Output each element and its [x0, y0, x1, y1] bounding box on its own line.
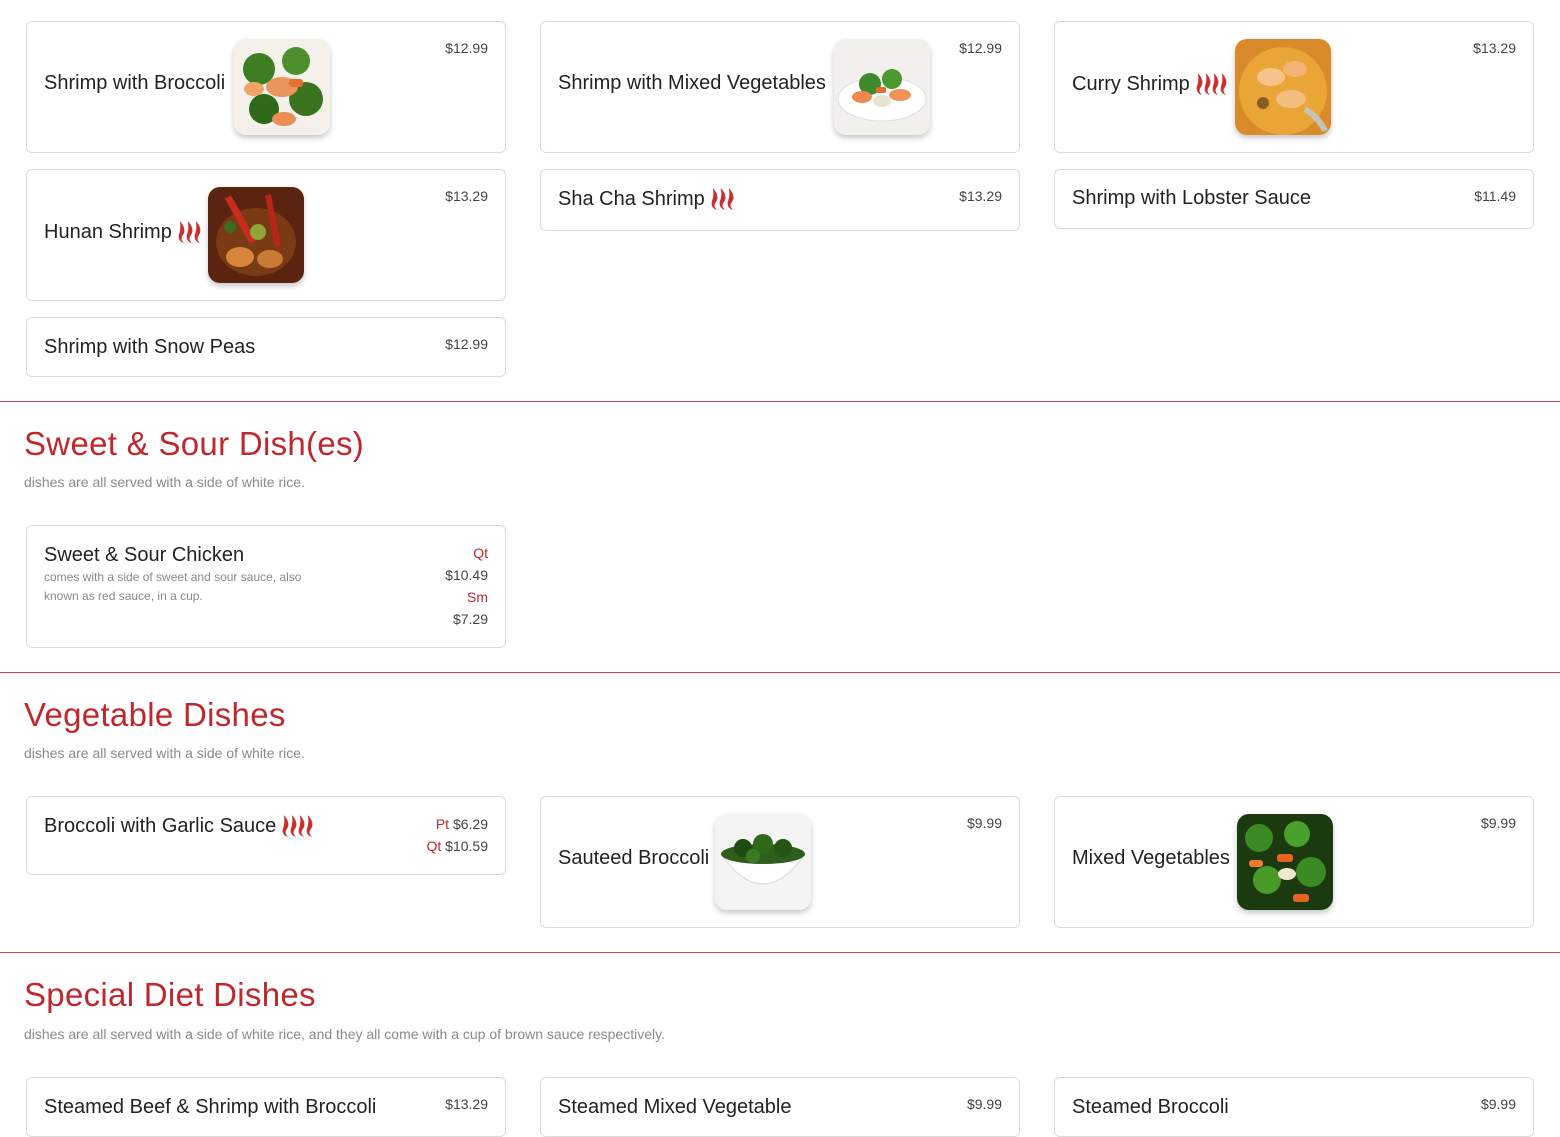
shrimp-broccoli-photo — [234, 39, 330, 135]
size-label: Pt — [435, 816, 450, 832]
size-price: $6.29 — [452, 816, 488, 832]
size-price-list: Pt $6.29 Qt $10.59 — [427, 813, 489, 857]
menu-item-card[interactable]: Sauteed Broccoli $9.99 — [540, 796, 1020, 928]
section-description: dishes are all served with a side of whi… — [24, 1026, 665, 1042]
menu-item-card[interactable]: Broccoli with Garlic Sauce Pt $6.29 Qt $… — [26, 796, 506, 875]
item-price: $9.99 — [1480, 815, 1516, 831]
item-price: $13.29 — [445, 188, 488, 204]
item-name: Steamed Beef & Shrimp with Broccoli — [44, 1096, 377, 1118]
item-price: $12.99 — [445, 336, 488, 352]
item-price: $13.29 — [1473, 40, 1516, 56]
item-description: comes with a side of sweet and sour sauc… — [44, 570, 302, 603]
size-price: $10.49 — [445, 567, 488, 583]
item-price: $9.99 — [966, 1096, 1002, 1112]
item-name-with-spice: Curry Shrimp — [1072, 72, 1231, 96]
menu-item-card[interactable]: Shrimp with Mixed Vegetables $12.99 — [540, 21, 1020, 153]
item-price: $13.29 — [959, 188, 1002, 204]
item-name: Sauteed Broccoli — [558, 847, 710, 869]
spicy-chili-icon — [711, 188, 734, 210]
menu-item-card[interactable]: Hunan Shrimp $13.29 — [26, 169, 506, 301]
menu-item-card[interactable]: Shrimp with Broccoli $12.99 — [26, 21, 506, 153]
spicy-chili-icon — [1196, 73, 1227, 95]
item-name: Sweet & Sour Chicken — [44, 544, 245, 566]
item-price: $13.29 — [445, 1096, 488, 1112]
section-title: Vegetable Dishes — [24, 696, 286, 733]
item-name: Curry Shrimp — [1072, 72, 1190, 95]
size-row: Qt $10.59 — [427, 835, 489, 857]
item-price: $9.99 — [966, 815, 1002, 831]
item-name: Shrimp with Snow Peas — [44, 336, 256, 358]
item-name: Hunan Shrimp — [44, 220, 172, 243]
hunan-shrimp-photo — [208, 187, 304, 283]
menu-item-card[interactable]: Curry Shrimp $13.29 — [1054, 21, 1534, 153]
spicy-chili-icon — [178, 221, 201, 243]
item-price: $12.99 — [445, 40, 488, 56]
section-divider — [0, 952, 1560, 953]
menu-item-card[interactable]: Mixed Vegetables $9.99 — [1054, 796, 1534, 928]
item-price: $12.99 — [959, 40, 1002, 56]
menu-item-card[interactable]: Steamed Beef & Shrimp with Broccoli $13.… — [26, 1077, 506, 1137]
item-name-with-spice: Hunan Shrimp — [44, 220, 205, 244]
menu-item-card[interactable]: Shrimp with Snow Peas $12.99 — [26, 317, 506, 377]
menu-item-card[interactable]: Sweet & Sour Chicken comes with a side o… — [26, 525, 506, 648]
item-name: Shrimp with Lobster Sauce — [1072, 187, 1312, 209]
size-price: $10.59 — [445, 838, 488, 854]
item-price: $9.99 — [1480, 1096, 1516, 1112]
item-name-with-spice: Sha Cha Shrimp — [558, 187, 738, 211]
size-label: Qt — [473, 545, 488, 561]
item-name: Shrimp with Mixed Vegetables — [558, 72, 826, 94]
section-divider — [0, 401, 1560, 402]
item-name: Shrimp with Broccoli — [44, 72, 226, 94]
item-name: Broccoli with Garlic Sauce — [44, 814, 277, 837]
size-row: Pt $6.29 — [427, 813, 488, 835]
section-title: Special Diet Dishes — [24, 976, 316, 1013]
size-label: Sm — [467, 589, 488, 605]
mixed-vegetables-photo — [1237, 814, 1333, 910]
item-price: $11.49 — [1474, 188, 1516, 204]
item-name: Steamed Broccoli — [1072, 1096, 1229, 1118]
section-title: Sweet & Sour Dish(es) — [24, 425, 365, 462]
item-name: Sha Cha Shrimp — [558, 187, 705, 210]
sauteed-broccoli-photo — [715, 814, 811, 910]
menu-item-card[interactable]: Steamed Mixed Vegetable $9.99 — [540, 1077, 1020, 1137]
size-label: Qt — [426, 838, 442, 854]
menu-item-card[interactable]: Shrimp with Lobster Sauce $11.49 — [1054, 169, 1534, 229]
menu-item-card[interactable]: Sha Cha Shrimp $13.29 — [540, 169, 1020, 231]
section-description: dishes are all served with a side of whi… — [24, 474, 305, 490]
section-description: dishes are all served with a side of whi… — [24, 745, 305, 761]
menu-item-card[interactable]: Steamed Broccoli $9.99 — [1054, 1077, 1534, 1137]
item-name-with-spice: Broccoli with Garlic Sauce — [44, 814, 317, 838]
size-price: $7.29 — [452, 611, 488, 627]
item-name: Steamed Mixed Vegetable — [558, 1096, 792, 1118]
curry-shrimp-photo — [1235, 39, 1331, 135]
section-divider — [0, 672, 1560, 673]
spicy-chili-icon — [282, 815, 313, 837]
size-price-list: Qt $10.49 Sm $7.29 — [445, 542, 488, 630]
shrimp-mixed-veg-photo — [834, 39, 930, 135]
item-name: Mixed Vegetables — [1072, 847, 1230, 869]
